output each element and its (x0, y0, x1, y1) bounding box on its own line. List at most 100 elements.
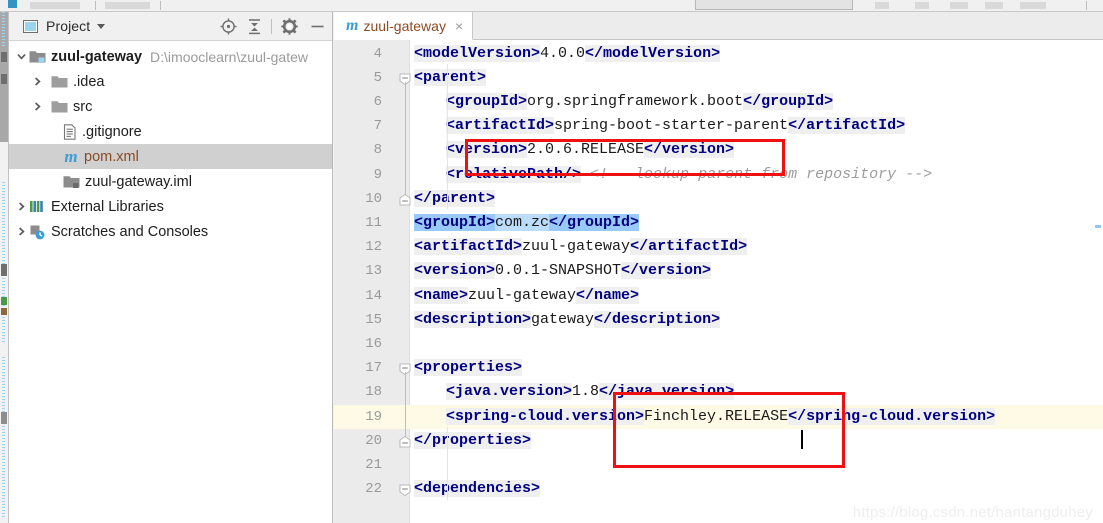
toolbar-button[interactable] (985, 2, 1003, 9)
tree-item-scratches-and-consoles[interactable]: Scratches and Consoles (9, 219, 332, 244)
project-panel-title: Project (46, 18, 91, 34)
code-line-text[interactable]: <dependencies> (414, 477, 541, 501)
editor-tabbar: m zuul-gateway × (334, 12, 1103, 40)
tree-item-src[interactable]: src (9, 94, 332, 119)
toolbar-button[interactable] (1020, 2, 1046, 9)
tool-strip-dots (2, 182, 5, 342)
code-row[interactable]: 17 <properties> (334, 356, 1103, 380)
toolbar-button[interactable] (875, 2, 889, 9)
tree-item-path: D:\imooclearn\zuul-gatew (150, 48, 309, 65)
tree-item-label: External Libraries (51, 198, 164, 215)
code-line-text[interactable]: <modelVersion>4.0.0</modelVersion> (414, 42, 721, 66)
tool-strip-marker (1, 74, 7, 84)
gear-icon[interactable] (276, 12, 302, 41)
code-token-tag: </groupId> (743, 92, 834, 110)
maven-m-icon: m (346, 16, 359, 34)
tree-item-label: zuul-gateway.iml (85, 173, 192, 190)
locate-target-icon[interactable] (215, 12, 241, 41)
scrollbar-marker[interactable] (1095, 225, 1101, 228)
line-number: 19 (365, 408, 382, 425)
code-row[interactable]: 7 <artifactId>spring-boot-starter-parent<… (334, 114, 1103, 138)
toolbar-button[interactable] (950, 2, 968, 9)
code-line-text[interactable]: <groupId>org.springframework.boot</group… (446, 90, 834, 114)
line-number: 15 (365, 311, 382, 328)
close-icon[interactable]: × (455, 19, 463, 33)
chevron-right-icon[interactable] (29, 69, 45, 94)
tool-strip-marker (1, 52, 7, 62)
code-row[interactable]: 15 <description>gateway</description> (334, 308, 1103, 332)
tree-item-pom-xml[interactable]: m pom.xml (9, 144, 332, 169)
tree-item-gitignore[interactable]: .gitignore (9, 119, 332, 144)
toolbar-button[interactable] (915, 2, 929, 9)
run-config-selector[interactable] (695, 0, 853, 10)
chevron-down-icon[interactable] (13, 44, 29, 69)
line-number: 17 (365, 360, 382, 377)
tree-item-zuul-gateway[interactable]: zuul-gateway D:\imooclearn\zuul-gatew (9, 44, 332, 69)
code-row[interactable]: 10 </parent> (334, 187, 1103, 211)
tree-item-label: .gitignore (82, 123, 142, 140)
chevron-right-icon[interactable] (13, 219, 29, 244)
tree-item-external-libraries[interactable]: External Libraries (9, 194, 332, 219)
minimize-icon[interactable] (302, 12, 332, 41)
code-row[interactable]: 5 <parent> (334, 66, 1103, 90)
tree-item-label: .idea (73, 73, 105, 90)
tree-item-label: pom.xml (84, 148, 139, 165)
code-line-text[interactable]: <groupId>com.zc</groupId> (414, 211, 640, 235)
code-token-tag: </modelVersion> (585, 44, 721, 62)
code-line-text[interactable]: <description>gateway</description> (414, 308, 721, 332)
maven-m-icon: m (64, 147, 78, 166)
code-token-tag: <properties> (414, 359, 523, 377)
code-row[interactable]: 13 <version>0.0.1-SNAPSHOT</version> (334, 259, 1103, 283)
folder-icon (51, 74, 68, 89)
project-panel-toolbar (215, 12, 332, 41)
code-row[interactable]: 6 <groupId>org.springframework.boot</grou… (334, 90, 1103, 114)
code-row[interactable]: 12 <artifactId>zuul-gateway</artifactId> (334, 235, 1103, 259)
chevron-right-icon[interactable] (29, 94, 45, 119)
code-row[interactable]: 22 <dependencies> (334, 477, 1103, 501)
code-line-text[interactable]: <name>zuul-gateway</name> (414, 284, 640, 308)
code-row[interactable]: 16 (334, 332, 1103, 356)
code-token-tag: </description> (594, 310, 721, 328)
code-line-text[interactable]: <parent> (414, 66, 487, 90)
project-tool-window: Project zuul-gateway D:\imooclearn\zuul-… (9, 12, 333, 523)
fold-collapse-icon[interactable] (399, 483, 411, 497)
code-token-text: org.springframework.boot (527, 92, 744, 110)
code-token-text: 1.8 (572, 383, 600, 401)
tree-item-idea[interactable]: .idea (9, 69, 332, 94)
folder-icon (51, 99, 68, 114)
code-line-text[interactable]: </properties> (414, 429, 532, 453)
code-row[interactable]: 4 <modelVersion>4.0.0</modelVersion> (334, 42, 1103, 66)
fold-region-line (404, 81, 406, 195)
editor-tab-zuul-gateway[interactable]: m zuul-gateway × (334, 12, 474, 40)
code-token-tag: <java.version> (446, 383, 573, 401)
line-number: 20 (365, 432, 382, 449)
project-tree: zuul-gateway D:\imooclearn\zuul-gatew .i… (9, 41, 332, 244)
indent-guide (447, 64, 448, 210)
code-row[interactable]: 11 <groupId>com.zc</groupId> (334, 211, 1103, 235)
code-line-text[interactable]: <artifactId>zuul-gateway</artifactId> (414, 235, 748, 259)
code-line-text[interactable]: <artifactId>spring-boot-starter-parent</… (446, 114, 906, 138)
file-text-icon (63, 123, 77, 140)
code-line-text[interactable]: </parent> (414, 187, 496, 211)
chevron-right-icon[interactable] (13, 194, 29, 219)
code-token-text-sel: com.zc (495, 213, 550, 231)
editor-tab-label: zuul-gateway (363, 17, 446, 34)
code-token-text: spring-boot-starter-parent (554, 117, 789, 135)
line-number: 6 (373, 93, 382, 110)
code-token-tag: </version> (621, 262, 712, 280)
module-folder-icon (29, 49, 46, 64)
code-token-tag: <groupId> (446, 92, 528, 110)
line-number: 12 (365, 239, 382, 256)
code-row[interactable]: 14 <name>zuul-gateway</name> (334, 284, 1103, 308)
tree-item-label: Scratches and Consoles (51, 223, 209, 240)
code-token-tag: <dependencies> (414, 480, 541, 498)
tree-item-label: src (73, 98, 93, 115)
code-editor[interactable]: 4 <modelVersion>4.0.0</modelVersion> 5 <par… (334, 40, 1103, 523)
code-token-tag-sel: </groupId> (549, 213, 640, 231)
tree-item-zuul-gateway-iml[interactable]: zuul-gateway.iml (9, 169, 332, 194)
collapse-all-icon[interactable] (241, 12, 267, 41)
code-token-tag: <modelVersion> (414, 44, 541, 62)
code-line-text[interactable]: <version>0.0.1-SNAPSHOT</version> (414, 259, 712, 283)
code-line-text[interactable]: <properties> (414, 356, 523, 380)
chevron-down-icon[interactable] (97, 23, 106, 29)
